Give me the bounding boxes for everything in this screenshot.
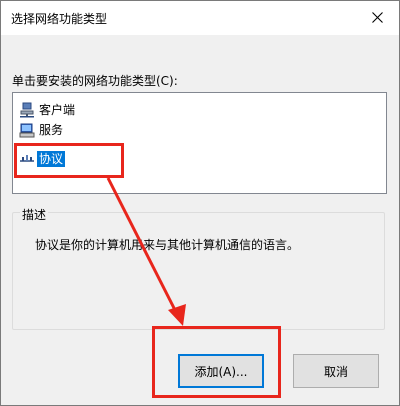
client-icon [20, 102, 34, 118]
cancel-button[interactable]: 取消 [293, 354, 379, 388]
annotation-highlight-protocol [14, 143, 124, 178]
close-button[interactable] [355, 1, 399, 33]
dialog-title: 选择网络功能类型 [11, 12, 108, 26]
list-item-service[interactable]: 服务 [19, 121, 65, 139]
list-item-client[interactable]: 客户端 [19, 101, 77, 119]
list-item-label: 客户端 [39, 103, 76, 117]
service-icon [19, 123, 35, 138]
close-icon [371, 11, 383, 23]
title-bar: 选择网络功能类型 [1, 1, 399, 35]
feature-type-prompt: 单击要安装的网络功能类型(C): [12, 74, 178, 88]
annotation-highlight-add [152, 326, 281, 398]
description-group [12, 212, 385, 330]
list-item-label: 服务 [39, 123, 64, 137]
description-text: 协议是你的计算机用来与其他计算机通信的语言。 [35, 238, 300, 252]
description-title: 描述 [20, 206, 49, 223]
